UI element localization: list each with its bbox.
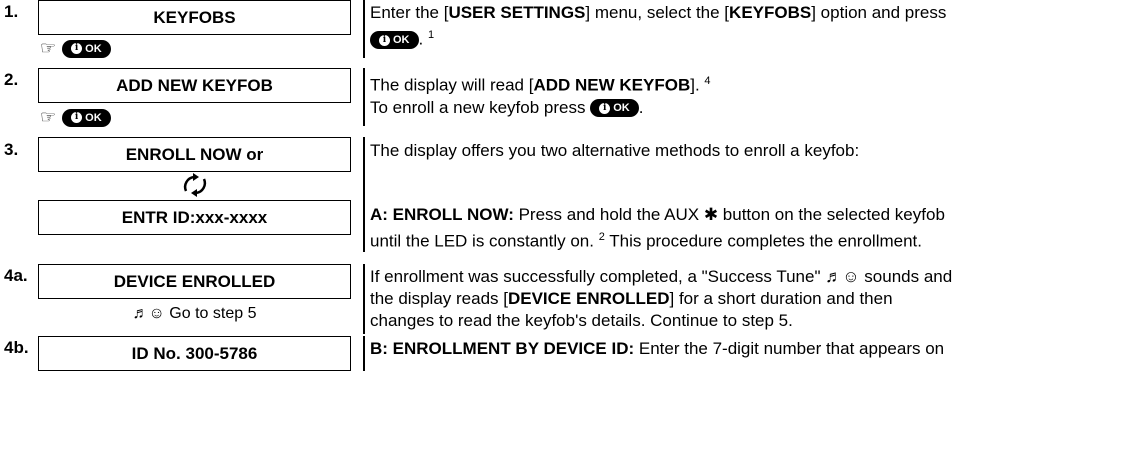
- step-number: 4a.: [4, 266, 28, 285]
- ok-button: i OK: [62, 39, 111, 58]
- divider: [363, 264, 365, 334]
- info-icon: i: [71, 112, 83, 123]
- text: .: [418, 29, 428, 49]
- step-description: The display will read [ADD NEW KEYFOB]. …: [370, 70, 1140, 119]
- ok-label: OK: [85, 42, 102, 55]
- step-description: If enrollment was successfully completed…: [370, 266, 1140, 332]
- text-bold: USER SETTINGS: [448, 3, 586, 22]
- text: changes to read the keyfob's details. Co…: [370, 311, 793, 330]
- lcd-display-add-new-keyfob: ADD NEW KEYFOB: [38, 68, 351, 103]
- text-bold: DEVICE ENROLLED: [507, 289, 670, 308]
- ok-label: OK: [393, 34, 410, 47]
- text: ] menu, select the [: [585, 3, 730, 22]
- divider: [363, 0, 365, 58]
- step-number: 1.: [4, 2, 19, 21]
- text: Press and hold the AUX ✱ button on the s…: [513, 205, 945, 224]
- divider: [363, 68, 365, 126]
- pointing-hand-icon: ☞: [40, 38, 57, 58]
- text-bold: KEYFOBS: [729, 3, 812, 22]
- ok-button-hint: ☞ i OK: [40, 107, 111, 128]
- text: Enter the 7-digit number that appears on: [634, 339, 945, 358]
- lcd-display-id-number: ID No. 300-5786: [38, 336, 351, 371]
- step-description: Enter the [USER SETTINGS] menu, select t…: [370, 2, 1140, 51]
- text: ].: [690, 75, 705, 95]
- text-bold: ADD NEW KEYFOB: [533, 75, 691, 95]
- text-bold: B: ENROLLMENT BY DEVICE ID:: [370, 339, 635, 358]
- divider: [363, 336, 365, 371]
- text: This procedure completes the enrollment.: [604, 231, 922, 251]
- method-b-description: B: ENROLLMENT BY DEVICE ID: Enter the 7-…: [370, 338, 1140, 360]
- divider: [363, 137, 365, 252]
- info-icon: i: [599, 102, 611, 114]
- go-to-step-note: ♬☺ Go to step 5: [132, 305, 257, 322]
- ok-label: OK: [613, 102, 630, 115]
- pointing-hand-icon: ☞: [40, 107, 57, 127]
- info-icon: i: [71, 43, 83, 54]
- lcd-display-device-enrolled: DEVICE ENROLLED: [38, 264, 351, 299]
- step-number: 3.: [4, 140, 19, 159]
- ok-button: i OK: [62, 108, 111, 127]
- ok-button-hint: ☞ i OK: [40, 38, 111, 59]
- text: .: [638, 97, 644, 117]
- text: Enter the [: [370, 3, 449, 22]
- step-description: The display offers you two alternative m…: [370, 141, 860, 160]
- lcd-display-enroll-now: ENROLL NOW or: [38, 137, 351, 172]
- text: If enrollment was successfully completed…: [370, 267, 953, 286]
- lcd-display-keyfobs: KEYFOBS: [38, 0, 351, 35]
- ok-label: OK: [85, 111, 102, 124]
- text: until the LED is constantly on.: [370, 231, 599, 251]
- step-number: 2.: [4, 70, 19, 89]
- footnote-ref: 4: [704, 75, 711, 87]
- info-icon: i: [379, 34, 390, 46]
- step-number: 4b.: [4, 338, 29, 357]
- method-a-description: A: ENROLL NOW: Press and hold the AUX ✱ …: [370, 204, 1140, 253]
- ok-button: i OK: [370, 31, 419, 50]
- footnote-ref: 1: [427, 29, 435, 41]
- text: ] option and press: [811, 3, 947, 22]
- text: To enroll a new keyfob press: [370, 97, 586, 117]
- text: ] for a short duration and then: [669, 289, 893, 308]
- ok-button: i OK: [590, 99, 639, 118]
- text-bold: A: ENROLL NOW:: [370, 205, 514, 224]
- lcd-display-entr-id: ENTR ID:xxx-xxxx: [38, 200, 351, 235]
- text: The display will read [: [370, 75, 534, 95]
- cycle-arrows-icon: [180, 173, 210, 202]
- text: the display reads [: [370, 289, 508, 308]
